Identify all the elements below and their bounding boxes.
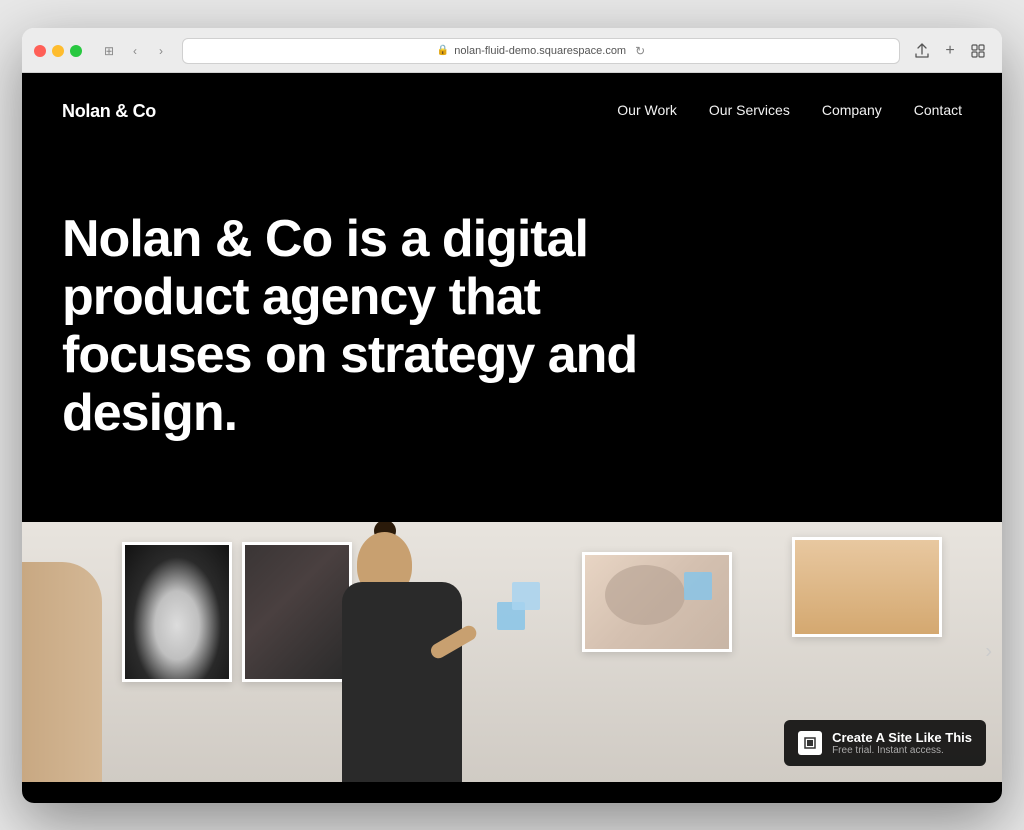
nav-item-our-services[interactable]: Our Services [709,102,790,120]
squarespace-badge[interactable]: Create A Site Like This Free trial. Inst… [784,720,986,766]
nav-links: Our Work Our Services Company Contact [617,102,962,120]
url-text: nolan-fluid-demo.squarespace.com [454,45,626,57]
forward-button[interactable]: › [150,40,172,62]
artboard-4-inner [795,540,939,634]
sidebar-toggle-button[interactable]: ⊞ [98,40,120,62]
hero-headline: Nolan & Co is a digital product agency t… [62,210,682,443]
squarespace-logo-icon [798,731,822,755]
hero-section: Nolan & Co is a digital product agency t… [22,150,1002,503]
traffic-lights [34,45,82,57]
person-left-shape [22,562,102,782]
browser-actions: + [910,39,990,63]
gallery-section: › Create A Site Like This Free trial. In… [22,522,1002,782]
ss-badge-text: Create A Site Like This Free trial. Inst… [832,730,972,756]
website-content: Nolan & Co Our Work Our Services Company… [22,73,1002,803]
nav-link-contact[interactable]: Contact [914,102,962,118]
nav-item-our-work[interactable]: Our Work [617,102,677,120]
share-button[interactable] [910,39,934,63]
gallery-scene: › Create A Site Like This Free trial. In… [22,522,1002,782]
reload-icon[interactable]: ↻ [635,44,645,58]
ss-badge-title: Create A Site Like This [832,730,972,745]
maximize-button[interactable] [70,45,82,57]
person-center [322,542,482,782]
browser-window: ⊞ ‹ › 🔒 nolan-fluid-demo.squarespace.com… [22,28,1002,803]
tabs-button[interactable] [966,39,990,63]
ss-badge-subtitle: Free trial. Instant access. [832,745,972,756]
person-left [22,562,102,782]
nav-link-company[interactable]: Company [822,102,882,118]
artboard-3 [582,552,732,652]
artboard-3-inner [585,555,729,649]
artboard-4 [792,537,942,637]
person-torso [342,582,462,782]
gallery-next-arrow[interactable]: › [985,641,992,664]
nav-item-company[interactable]: Company [822,102,882,120]
artboard-1 [122,542,232,682]
nav-link-our-work[interactable]: Our Work [617,102,677,118]
lock-icon: 🔒 [437,45,449,56]
nav-item-contact[interactable]: Contact [914,102,962,120]
sticky-note-3 [684,572,712,600]
nav-link-our-services[interactable]: Our Services [709,102,790,118]
artboard-1-inner [125,545,229,679]
browser-controls: ⊞ ‹ › [98,40,172,62]
browser-chrome: ⊞ ‹ › 🔒 nolan-fluid-demo.squarespace.com… [22,28,1002,73]
sticky-note-2 [512,582,540,610]
new-tab-button[interactable]: + [938,39,962,63]
back-button[interactable]: ‹ [124,40,146,62]
artboard-3-blob [605,565,685,625]
close-button[interactable] [34,45,46,57]
minimize-button[interactable] [52,45,64,57]
address-bar[interactable]: 🔒 nolan-fluid-demo.squarespace.com ↻ [182,38,900,64]
site-navigation: Nolan & Co Our Work Our Services Company… [22,73,1002,150]
site-logo[interactable]: Nolan & Co [62,101,156,122]
